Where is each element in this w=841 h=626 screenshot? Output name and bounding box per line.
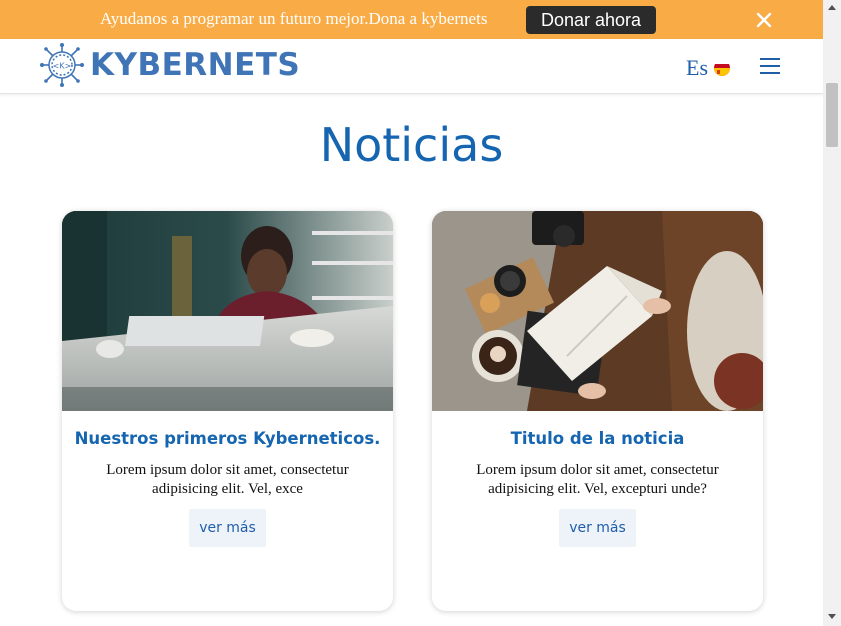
card-title: Nuestros primeros Kyberneticos.: [74, 429, 381, 448]
ver-mas-button[interactable]: ver más: [559, 509, 636, 547]
site-logo[interactable]: <K> KYBERNETS: [40, 43, 300, 87]
logo-text: KYBERNETS: [90, 47, 301, 83]
spain-flag-icon: [714, 60, 730, 76]
card-title: Titulo de la noticia: [510, 429, 685, 448]
card-image-person-laptop: [62, 211, 393, 411]
news-card: Titulo de la noticia Lorem ipsum dolor s…: [432, 211, 763, 611]
hamburger-menu-icon[interactable]: [760, 58, 780, 74]
donation-banner: Ayudanos a programar un futuro mejor.Don…: [0, 0, 823, 39]
scroll-up-arrow-icon[interactable]: [823, 0, 841, 16]
site-header: <K> KYBERNETS Es: [0, 39, 823, 94]
ver-mas-button[interactable]: ver más: [189, 509, 266, 547]
language-selector[interactable]: Es: [686, 55, 730, 81]
news-card: Nuestros primeros Kyberneticos. Lorem ip…: [62, 211, 393, 611]
scroll-down-arrow-icon[interactable]: [823, 608, 841, 624]
logo-mark-icon: <K>: [40, 43, 84, 87]
logo-mark-text: <K>: [53, 62, 72, 71]
card-text: Lorem ipsum dolor sit amet, consectetur …: [476, 462, 719, 497]
scrollbar-thumb[interactable]: [826, 83, 838, 147]
donate-button[interactable]: Donar ahora: [526, 6, 656, 34]
close-icon[interactable]: [754, 10, 774, 30]
banner-text: Ayudanos a programar un futuro mejor.Don…: [100, 9, 488, 28]
card-image-book-coffee: [432, 211, 763, 411]
page-title: Noticias: [319, 118, 504, 172]
language-label: Es: [686, 55, 708, 80]
card-text: Lorem ipsum dolor sit amet, consectetur …: [106, 462, 349, 497]
page-scrollbar[interactable]: [823, 0, 841, 626]
